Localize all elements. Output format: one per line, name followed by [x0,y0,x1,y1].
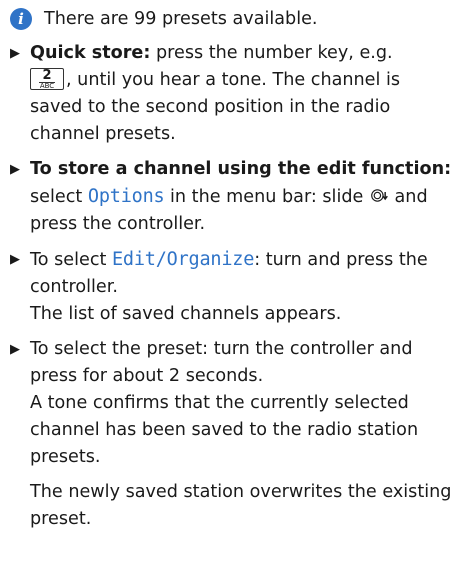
step-store-edit-function: ▶ To store a channel using the edit func… [10,156,452,238]
key-letters: ABC [39,81,55,90]
menu-item-options: Options [87,186,165,207]
step-text: press the number key, e.g. [150,43,393,63]
key-number: 2 [42,67,52,83]
step-body: To store a channel using the edit functi… [30,156,452,238]
step-text: select [30,187,88,207]
step-body: Quick store: press the number key, e.g. 2… [30,40,452,148]
number-key-2-icon: 2 ABC [30,67,64,90]
step-select-preset: ▶ To select the preset: turn the control… [10,336,452,471]
step-quick-store: ▶ Quick store: press the number key, e.g… [10,40,452,148]
step-arrow-icon: ▶ [10,252,20,267]
step-arrow-icon: ▶ [10,162,20,177]
step-text: in the menu bar: slide [164,187,369,207]
info-icon: i [10,8,32,30]
step-text: To select the preset: turn the controlle… [30,339,413,386]
step-arrow-icon: ▶ [10,46,20,61]
step-lead: To store a channel using the edit functi… [30,159,452,179]
info-text: There are 99 presets available. [44,9,318,29]
step-result: The list of saved channels appears. [30,304,342,324]
step-body: To select the preset: turn the controlle… [30,336,452,471]
step-text-after-key: , until you hear a tone. The channel is … [30,70,401,144]
step-body: To select Edit/Organize: turn and press … [30,246,452,328]
menu-item-edit-organize: Edit/Organize [111,249,255,270]
step-lead: Quick store: [30,43,151,63]
trailing-note: The newly saved station overwrites the e… [30,482,452,529]
step-arrow-icon: ▶ [10,342,20,357]
step-select-edit-organize: ▶ To select Edit/Organize: turn and pres… [10,246,452,328]
step-result: A tone confirms that the currently selec… [30,393,419,467]
info-note: i There are 99 presets available. [10,6,452,33]
step-text: To select [30,250,112,270]
controller-slide-down-icon [371,189,388,202]
document-page: i There are 99 presets available. ▶ Quic… [0,0,462,571]
